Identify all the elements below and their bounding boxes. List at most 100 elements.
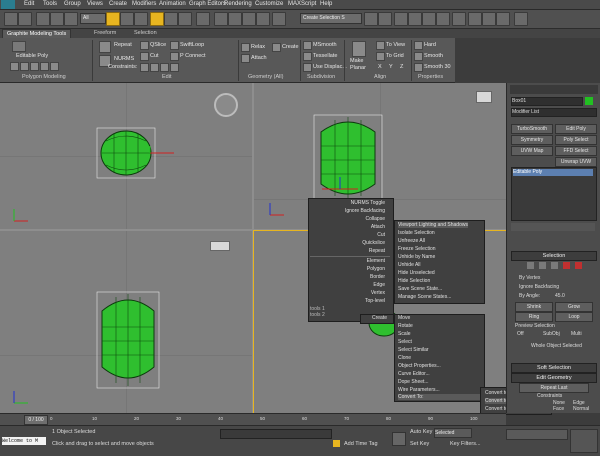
create-button[interactable]: Create (282, 44, 299, 50)
quad-item[interactable]: Element (367, 258, 385, 264)
attach-icon[interactable] (241, 54, 250, 63)
menu-create[interactable]: Create (109, 1, 127, 7)
tab-freeform[interactable]: Freeform (94, 30, 116, 36)
turbosmooth-button[interactable]: TurboSmooth (511, 124, 553, 134)
quad-item[interactable]: NURMS Toggle (351, 200, 385, 206)
spinner-snap-icon[interactable] (256, 12, 270, 26)
select-region-icon[interactable] (134, 12, 148, 26)
key-selection-dropdown[interactable]: Selected (434, 428, 472, 438)
link-icon[interactable] (36, 12, 50, 26)
smooth-button[interactable]: Smooth (424, 53, 443, 59)
quad-item[interactable]: Ignore Backfacing (345, 208, 385, 214)
quad-item[interactable]: Attach (371, 224, 385, 230)
constraint-normal-icon[interactable] (170, 63, 179, 72)
object-color-swatch[interactable] (585, 97, 593, 105)
auto-key-button[interactable]: Auto Key (410, 429, 432, 435)
relax-icon[interactable] (241, 43, 250, 52)
menu-help[interactable]: Help (320, 1, 332, 7)
undo-icon[interactable] (4, 12, 18, 26)
p-connect-button[interactable]: P Connect (180, 53, 206, 59)
redo-icon[interactable] (18, 12, 32, 26)
constraint-face-icon[interactable] (160, 63, 169, 72)
quad-item[interactable]: Select (398, 339, 412, 345)
viewcube-icon[interactable] (476, 91, 492, 103)
edge-sel-icon[interactable] (539, 262, 546, 269)
polygon-mode-icon[interactable] (40, 62, 49, 71)
select-move-icon[interactable] (150, 12, 164, 26)
quad-item[interactable]: Select Similar (398, 347, 429, 353)
poly-select-button[interactable]: Poly Select (555, 135, 597, 145)
tab-graphite-modeling-tools[interactable]: Graphite Modeling Tools (2, 29, 72, 38)
uvw-map-button[interactable]: UVW Map (511, 146, 553, 156)
to-grid-icon[interactable] (376, 52, 385, 61)
layer-manager-icon[interactable] (394, 12, 408, 26)
quad-item[interactable]: Isolate Selection (398, 230, 435, 236)
align-z-button[interactable]: Z (400, 64, 403, 70)
attach-button[interactable]: Attach (251, 55, 267, 61)
hard-button[interactable]: Hard (424, 42, 436, 48)
menu-tools[interactable]: Tools (43, 1, 57, 7)
menu-customize[interactable]: Customize (255, 1, 283, 7)
quad-item[interactable]: Unfreeze All (398, 238, 425, 244)
menu-graph-editors[interactable]: Graph Editors (189, 1, 226, 7)
hard-icon[interactable] (414, 41, 423, 50)
quad-item[interactable]: Edge (373, 282, 385, 288)
msmooth-icon[interactable] (303, 41, 312, 50)
bind-space-warp-icon[interactable] (64, 12, 78, 26)
use-displacement-button[interactable]: Use Displac... (313, 64, 347, 70)
by-vertex-checkbox[interactable]: By Vertex (519, 275, 540, 281)
tessellate-button[interactable]: Tessellate (313, 53, 337, 59)
angle-snap-icon[interactable] (228, 12, 242, 26)
menu-edit[interactable]: Edit (24, 1, 34, 7)
teapot-render-icon[interactable] (514, 12, 528, 26)
select-object-icon[interactable] (106, 12, 120, 26)
preview-off-radio[interactable]: Off (517, 331, 524, 337)
select-by-name-icon[interactable] (120, 12, 134, 26)
menu-animation[interactable]: Animation (159, 1, 186, 7)
unwrap-uvw-button[interactable]: Unwrap UVW (555, 157, 597, 167)
navigation-controls[interactable] (570, 429, 598, 453)
quad-item[interactable]: Wire Parameters... (398, 387, 440, 393)
vertex-sel-icon[interactable] (527, 262, 534, 269)
curve-editor-icon[interactable] (422, 12, 436, 26)
time-slider[interactable]: 0 / 100 (24, 415, 48, 425)
stack-controls[interactable] (511, 223, 595, 231)
make-planar-icon[interactable] (352, 41, 366, 57)
symmetry-button[interactable]: Symmetry (511, 135, 553, 145)
quad-item[interactable]: Polygon (367, 266, 385, 272)
quad-item[interactable]: Unhide by Name (398, 254, 435, 260)
align-icon[interactable] (378, 12, 392, 26)
add-time-tag-button[interactable]: Add Time Tag (344, 441, 378, 447)
constraint-edge-icon[interactable] (150, 63, 159, 72)
quad-item[interactable]: Viewport Lighting and Shadows (398, 222, 468, 228)
modifier-list-dropdown[interactable]: Modifier List (511, 108, 597, 117)
align-x-button[interactable]: X (378, 64, 382, 70)
viewcube-icon[interactable] (210, 241, 230, 251)
preview-subobj-radio[interactable]: SubObj (543, 331, 560, 337)
menu-views[interactable]: Views (87, 1, 103, 7)
render-setup-icon[interactable] (468, 12, 482, 26)
percent-snap-icon[interactable] (242, 12, 256, 26)
set-key-button[interactable]: Set Key (410, 441, 429, 447)
quad-item[interactable]: Repeat (369, 248, 385, 254)
create-icon[interactable] (272, 43, 281, 52)
make-planar-button[interactable]: Make Planar (350, 58, 372, 72)
constraint-none-icon[interactable] (140, 63, 149, 72)
quad-create-label[interactable]: Create (372, 315, 387, 321)
repeat-last-button[interactable]: Repeat Last (519, 383, 589, 393)
p-connect-icon[interactable] (170, 52, 179, 61)
pivot-icon[interactable] (196, 12, 210, 26)
border-mode-icon[interactable] (30, 62, 39, 71)
quad-item[interactable]: Top-level (365, 298, 385, 304)
quad-item[interactable]: Hide Selection (398, 278, 430, 284)
select-rotate-icon[interactable] (164, 12, 178, 26)
loop-button[interactable]: Loop (555, 312, 593, 322)
quad-item[interactable]: Curve Editor... (398, 371, 430, 377)
angle-value[interactable]: 45.0 (555, 293, 565, 299)
quad-item[interactable]: Object Properties... (398, 363, 441, 369)
menu-rendering[interactable]: Rendering (224, 1, 252, 7)
render-production-icon[interactable] (496, 12, 510, 26)
swiftloop-icon[interactable] (170, 41, 179, 50)
soft-selection-rollout[interactable]: Soft Selection (511, 363, 597, 373)
quad-item[interactable]: Border (370, 274, 385, 280)
